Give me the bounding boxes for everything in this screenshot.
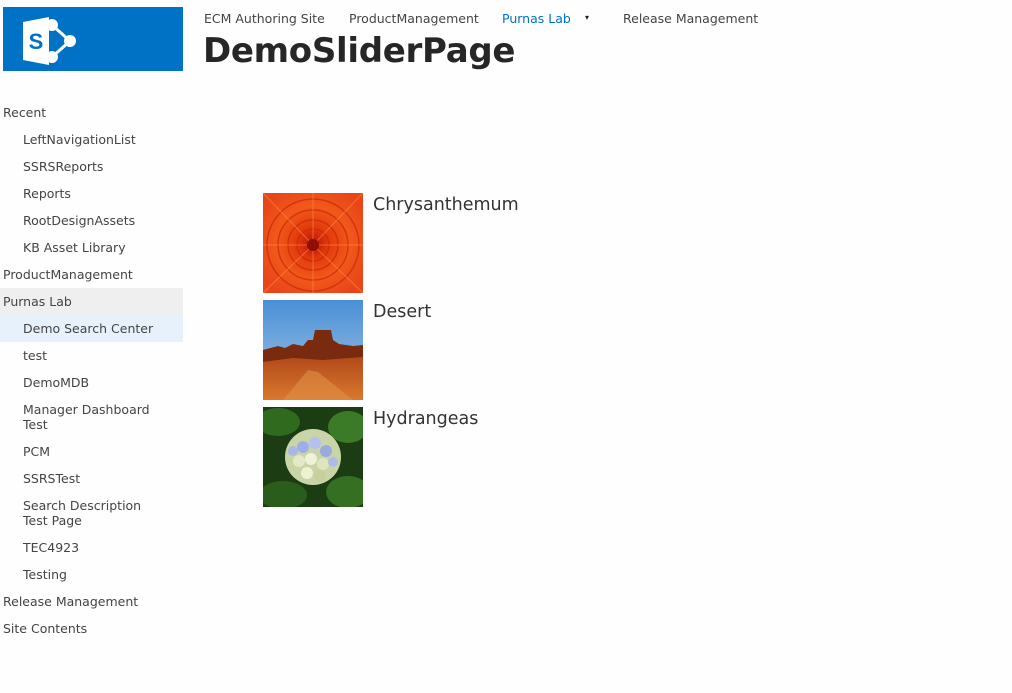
nav-item-demomdb[interactable]: DemoMDB (0, 369, 183, 396)
svg-text:S: S (29, 29, 44, 54)
nav-item-productmanagement[interactable]: ProductManagement (0, 261, 183, 288)
nav-item-search-description-test-page[interactable]: Search Description Test Page (0, 492, 183, 534)
nav-item-site-contents[interactable]: Site Contents (0, 615, 183, 642)
nav-item-kb-asset-library[interactable]: KB Asset Library (0, 234, 183, 261)
topnav-release-management[interactable]: Release Management (623, 11, 758, 26)
nav-item-manager-dashboard-test[interactable]: Manager Dashboard Test (0, 396, 183, 438)
topnav-ecm-authoring-site[interactable]: ECM Authoring Site (204, 11, 325, 26)
nav-item-release-management[interactable]: Release Management (0, 588, 183, 615)
topnav-productmanagement[interactable]: ProductManagement (349, 11, 479, 26)
chrysanthemum-image[interactable] (263, 193, 363, 293)
nav-item-purnas-lab[interactable]: Purnas Lab (0, 288, 183, 315)
slide-title[interactable]: Desert (373, 302, 431, 322)
left-navigation: Recent LeftNavigationList SSRSReports Re… (0, 99, 183, 642)
nav-item-testing[interactable]: Testing (0, 561, 183, 588)
nav-item-ssrsreports[interactable]: SSRSReports (0, 153, 183, 180)
chevron-down-icon[interactable]: ▾ (585, 13, 589, 22)
nav-item-leftnavigationlist[interactable]: LeftNavigationList (0, 126, 183, 153)
slide-title[interactable]: Hydrangeas (373, 409, 478, 429)
topnav-purnas-lab[interactable]: Purnas Lab (502, 11, 571, 26)
nav-header-recent[interactable]: Recent (0, 99, 183, 126)
desert-image[interactable] (263, 300, 363, 400)
nav-item-demo-search-center[interactable]: Demo Search Center (0, 315, 183, 342)
slide-title[interactable]: Chrysanthemum (373, 195, 519, 215)
nav-item-reports[interactable]: Reports (0, 180, 183, 207)
nav-item-tec4923[interactable]: TEC4923 (0, 534, 183, 561)
nav-item-ssrstest[interactable]: SSRSTest (0, 465, 183, 492)
hydrangeas-image[interactable] (263, 407, 363, 507)
nav-item-rootdesignassets[interactable]: RootDesignAssets (0, 207, 183, 234)
page-title: DemoSliderPage (203, 31, 516, 71)
nav-item-test[interactable]: test (0, 342, 183, 369)
nav-item-pcm[interactable]: PCM (0, 438, 183, 465)
sharepoint-logo-icon: S (23, 17, 76, 65)
sharepoint-logo[interactable]: S (3, 7, 183, 71)
